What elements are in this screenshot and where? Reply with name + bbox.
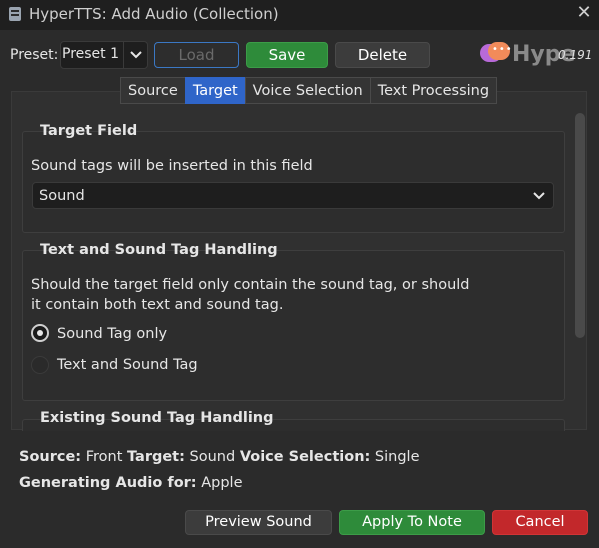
target-field-select[interactable]: Sound	[32, 182, 554, 209]
target-field-title: Target Field	[40, 123, 138, 139]
save-button[interactable]: Save	[246, 42, 328, 68]
preset-select[interactable]: Preset 1	[60, 41, 148, 69]
tag-handling-description-line1: Should the target field only contain the…	[31, 277, 470, 293]
apply-to-note-button[interactable]: Apply To Note	[339, 510, 485, 535]
title-bar: HyperTTS: Add Audio (Collection) ✕	[0, 0, 599, 30]
existing-tag-title: Existing Sound Tag Handling	[40, 410, 274, 426]
tab-voice-selection[interactable]: Voice Selection	[244, 77, 371, 104]
tag-handling-description-line2: it contain both text and sound tag.	[31, 297, 284, 313]
target-field-value: Sound	[39, 188, 85, 204]
chevron-down-icon	[123, 42, 147, 68]
radio-text-and-sound-tag[interactable]	[31, 356, 49, 374]
tab-target[interactable]: Target	[184, 77, 246, 104]
preset-label: Preset:	[10, 47, 59, 63]
tag-handling-title: Text and Sound Tag Handling	[40, 242, 278, 258]
app-icon	[9, 7, 21, 21]
hypertts-logo: ••• Hype 0.191	[478, 40, 598, 72]
generating-value: Apple	[201, 475, 243, 491]
preview-sound-button[interactable]: Preview Sound	[185, 510, 332, 535]
tab-source[interactable]: Source	[120, 77, 186, 104]
tab-text-processing[interactable]: Text Processing	[369, 77, 498, 104]
version-label: 0.191	[558, 48, 593, 62]
tab-bar: Source Target Voice Selection Text Proce…	[120, 77, 498, 104]
window-title: HyperTTS: Add Audio (Collection)	[29, 5, 279, 23]
target-value: Sound	[189, 449, 236, 465]
radio-sound-tag-only[interactable]	[31, 324, 49, 342]
target-field-description: Sound tags will be inserted in this fiel…	[31, 158, 313, 174]
cancel-button[interactable]: Cancel	[492, 510, 588, 535]
voice-selection-value: Single	[374, 449, 420, 465]
load-button[interactable]: Load	[154, 42, 239, 68]
delete-button[interactable]: Delete	[335, 42, 430, 68]
close-icon[interactable]: ✕	[574, 3, 594, 23]
source-value: Front	[85, 449, 123, 465]
scrollbar-thumb[interactable]	[575, 113, 585, 338]
radio-sound-tag-only-label[interactable]: Sound Tag only	[57, 326, 167, 342]
status-line: Source: Front Target: Sound Voice Select…	[19, 449, 420, 465]
preset-value: Preset 1	[62, 46, 120, 62]
chevron-down-icon	[533, 188, 545, 204]
radio-text-and-sound-tag-label[interactable]: Text and Sound Tag	[57, 357, 198, 373]
generating-line: Generating Audio for: Apple	[19, 475, 243, 491]
